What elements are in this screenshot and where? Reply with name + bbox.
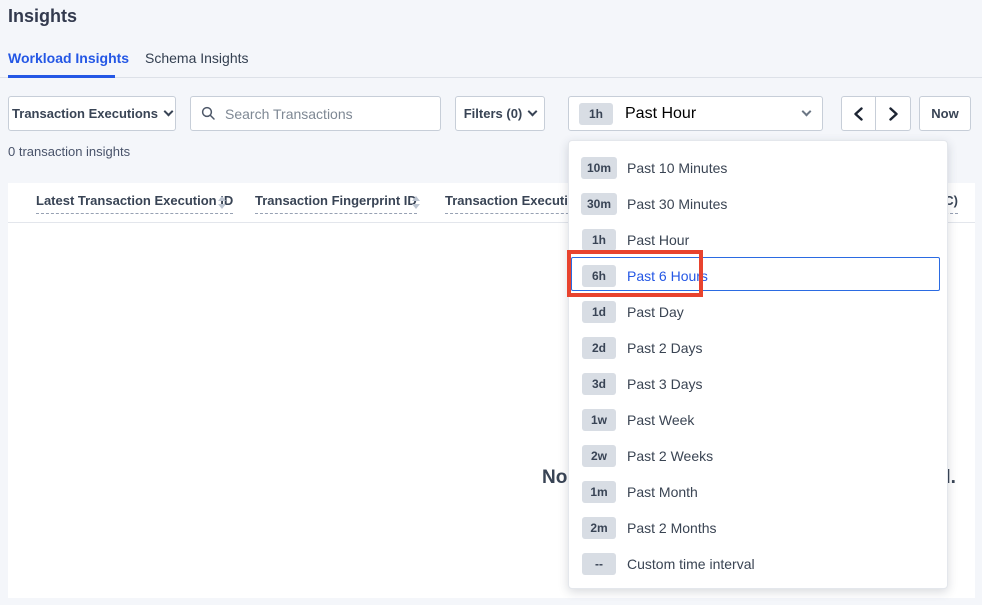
search-transactions-input[interactable] xyxy=(225,106,430,122)
tab-schema-insights[interactable]: Schema Insights xyxy=(145,50,249,66)
time-interval-option-label: Past 30 Minutes xyxy=(627,196,727,212)
time-interval-option-label: Past 2 Months xyxy=(627,520,717,536)
column-header-transaction-fingerprint-id[interactable]: Transaction Fingerprint ID xyxy=(255,193,417,214)
time-interval-option-label: Past 2 Weeks xyxy=(627,448,713,464)
time-interval-option[interactable]: 6h Past 6 Hours xyxy=(569,258,947,294)
time-interval-option-badge: -- xyxy=(582,553,616,575)
time-nav-group xyxy=(841,96,911,131)
time-interval-select-label: Past Hour xyxy=(625,105,696,123)
chevron-down-icon xyxy=(164,107,174,117)
time-interval-option-badge: 10m xyxy=(581,157,617,179)
time-interval-option[interactable]: 1m Past Month xyxy=(569,474,947,510)
time-interval-option[interactable]: 2d Past 2 Days xyxy=(569,330,947,366)
sort-icon[interactable] xyxy=(218,196,226,209)
prev-time-button[interactable] xyxy=(842,97,876,130)
transaction-type-select[interactable]: Transaction Executions xyxy=(8,96,176,131)
column-header-latest-transaction-execution-id[interactable]: Latest Transaction Execution ID xyxy=(36,193,233,214)
column-header-transaction-execution[interactable]: Transaction Execution xyxy=(445,193,584,214)
insights-count: 0 transaction insights xyxy=(8,144,130,159)
time-interval-option-badge: 3d xyxy=(582,373,616,395)
time-interval-option-label: Past 2 Days xyxy=(627,340,702,356)
chevron-left-icon xyxy=(853,107,864,121)
time-interval-option-badge: 2d xyxy=(582,337,616,359)
time-interval-option-badge: 2w xyxy=(582,445,616,467)
now-button[interactable]: Now xyxy=(919,96,971,131)
time-interval-option[interactable]: 10m Past 10 Minutes xyxy=(569,150,947,186)
time-interval-option[interactable]: 3d Past 3 Days xyxy=(569,366,947,402)
time-interval-select[interactable]: 1h Past Hour xyxy=(568,96,823,131)
time-interval-option[interactable]: 1d Past Day xyxy=(569,294,947,330)
time-interval-option-badge: 1w xyxy=(582,409,616,431)
tab-schema-insights-label: Schema Insights xyxy=(145,50,249,66)
time-interval-option-label: Past 3 Days xyxy=(627,376,702,392)
filters-button[interactable]: Filters (0) xyxy=(455,96,545,131)
time-interval-option-badge: 1h xyxy=(582,229,616,251)
chevron-down-icon xyxy=(528,107,538,117)
page-title: Insights xyxy=(8,6,77,27)
time-interval-option[interactable]: -- Custom time interval xyxy=(569,546,947,582)
time-interval-badge: 1h xyxy=(579,103,613,125)
active-tab-underline xyxy=(8,75,115,78)
time-interval-option-label: Past Month xyxy=(627,484,698,500)
time-interval-option-label: Custom time interval xyxy=(627,556,755,572)
time-interval-option-label: Past Day xyxy=(627,304,684,320)
time-interval-option-badge: 1d xyxy=(582,301,616,323)
time-interval-option-badge: 2m xyxy=(582,517,616,539)
chevron-right-icon xyxy=(888,107,899,121)
time-interval-option-badge: 6h xyxy=(582,265,616,287)
tab-bar: Workload Insights Schema Insights xyxy=(0,44,982,78)
time-interval-option-badge: 30m xyxy=(581,193,617,215)
transaction-type-select-label: Transaction Executions xyxy=(12,106,158,121)
tab-workload-insights-label: Workload Insights xyxy=(8,50,129,66)
sort-icon[interactable] xyxy=(412,196,420,209)
time-interval-option[interactable]: 30m Past 30 Minutes xyxy=(569,186,947,222)
time-interval-option[interactable]: 2m Past 2 Months xyxy=(569,510,947,546)
time-interval-option[interactable]: 1h Past Hour xyxy=(569,222,947,258)
chevron-down-icon xyxy=(802,107,812,117)
search-icon xyxy=(201,106,216,121)
time-interval-option-label: Past 6 Hours xyxy=(627,268,708,284)
search-box[interactable] xyxy=(190,96,441,131)
time-interval-option-label: Past Week xyxy=(627,412,694,428)
time-interval-option-label: Past 10 Minutes xyxy=(627,160,727,176)
time-interval-option-badge: 1m xyxy=(582,481,616,503)
next-time-button[interactable] xyxy=(876,97,910,130)
time-interval-option[interactable]: 1w Past Week xyxy=(569,402,947,438)
filters-button-label: Filters (0) xyxy=(464,106,523,121)
now-button-label: Now xyxy=(931,106,958,121)
time-interval-option[interactable]: 2w Past 2 Weeks xyxy=(569,438,947,474)
time-interval-dropdown: 10m Past 10 Minutes 30m Past 30 Minutes … xyxy=(568,140,948,589)
time-interval-option-label: Past Hour xyxy=(627,232,689,248)
tab-workload-insights[interactable]: Workload Insights xyxy=(8,50,129,66)
